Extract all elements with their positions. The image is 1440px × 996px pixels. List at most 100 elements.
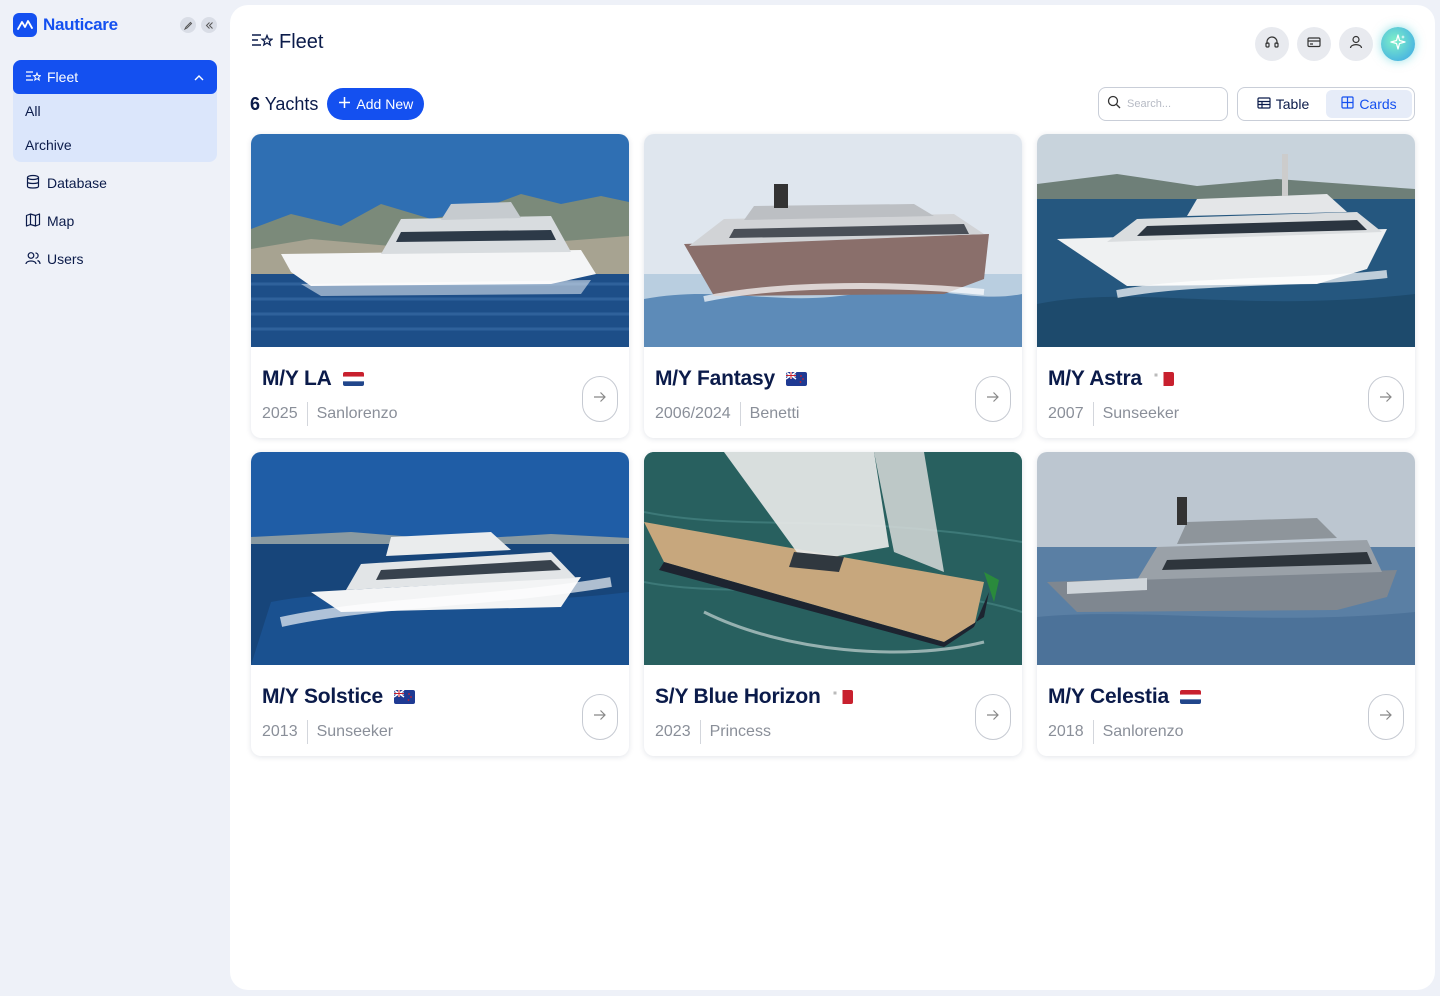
yacht-card[interactable]: M/Y Solstice 2013 Sunseeker xyxy=(251,452,629,756)
fleet-nav-group: Fleet All Archive xyxy=(13,60,217,162)
sidebar-item-database[interactable]: Database xyxy=(13,164,217,202)
arrow-right-icon xyxy=(593,708,607,726)
open-yacht-button[interactable] xyxy=(1368,694,1404,740)
nauticare-logo-icon[interactable] xyxy=(13,13,37,37)
meta-divider xyxy=(739,402,741,426)
search-icon xyxy=(1107,95,1121,114)
search-input[interactable] xyxy=(1127,98,1217,110)
user-icon xyxy=(1348,34,1364,55)
table-icon xyxy=(1257,96,1271,112)
sparkle-icon xyxy=(1389,33,1407,56)
database-icon xyxy=(25,174,41,193)
new-zealand-flag-icon xyxy=(393,690,415,704)
brand-name: Nauticare xyxy=(43,15,118,34)
users-icon xyxy=(25,250,41,269)
open-yacht-button[interactable] xyxy=(582,694,618,740)
yacht-name: M/Y Solstice xyxy=(262,685,383,708)
sidebar-item-label: Fleet xyxy=(47,69,79,85)
yacht-photo xyxy=(251,452,629,665)
headset-icon xyxy=(1264,34,1280,55)
meta-divider xyxy=(1092,720,1094,744)
yacht-builder: Sunseeker xyxy=(316,723,394,740)
yacht-card[interactable]: M/Y Celestia 2018 Sanlorenzo xyxy=(1037,452,1415,756)
yacht-year: 2023 xyxy=(655,723,691,740)
open-yacht-button[interactable] xyxy=(975,694,1011,740)
sidebar: Nauticare Fleet All Archive Database Map… xyxy=(0,0,230,996)
malta-flag-icon xyxy=(1152,372,1174,386)
yacht-year: 2007 xyxy=(1048,405,1084,422)
add-new-label: Add New xyxy=(356,96,414,112)
yacht-year: 2025 xyxy=(262,405,298,422)
sidebar-item-label: Map xyxy=(47,213,75,229)
yacht-builder: Princess xyxy=(709,723,771,740)
yacht-photo xyxy=(1037,134,1415,347)
plus-icon xyxy=(338,96,351,112)
yacht-count: 6 Yachts xyxy=(250,94,318,115)
yacht-card[interactable]: M/Y Astra 2007 Sunseeker xyxy=(1037,134,1415,438)
view-toggle: Table Cards xyxy=(1237,87,1415,121)
arrow-right-icon xyxy=(1379,390,1393,408)
edit-icon[interactable] xyxy=(180,17,196,33)
arrow-right-icon xyxy=(986,708,1000,726)
chevron-up-icon[interactable] xyxy=(193,69,205,85)
yacht-year: 2013 xyxy=(262,723,298,740)
sidebar-subitem-all[interactable]: All xyxy=(13,94,217,128)
yacht-photo xyxy=(251,134,629,347)
yacht-name: M/Y Astra xyxy=(1048,367,1142,390)
meta-divider xyxy=(306,402,308,426)
grid-icon xyxy=(1341,96,1354,112)
yacht-name: S/Y Blue Horizon xyxy=(655,685,821,708)
view-table-button[interactable]: Table xyxy=(1240,90,1326,118)
malta-flag-icon xyxy=(831,690,853,704)
netherlands-flag-icon xyxy=(342,372,364,386)
yacht-count-label: Yachts xyxy=(264,93,319,114)
map-icon xyxy=(25,212,41,231)
open-yacht-button[interactable] xyxy=(975,376,1011,422)
view-table-label: Table xyxy=(1275,96,1310,112)
main-panel: Fleet 6 Yachts Add New Search... Table C… xyxy=(230,5,1435,990)
open-yacht-button[interactable] xyxy=(1368,376,1404,422)
arrow-right-icon xyxy=(593,390,607,408)
fleet-icon xyxy=(251,32,274,53)
yacht-builder: Sunseeker xyxy=(1102,405,1180,422)
add-new-button[interactable]: Add New xyxy=(327,88,425,120)
meta-divider xyxy=(699,720,701,744)
page-title: Fleet xyxy=(279,31,324,53)
brand: Nauticare xyxy=(13,12,217,38)
view-cards-label: Cards xyxy=(1359,96,1397,112)
sidebar-subitem-archive[interactable]: Archive xyxy=(13,128,217,162)
yacht-card[interactable]: M/Y Fantasy 2006/2024 Benetti xyxy=(644,134,1022,438)
yacht-card[interactable]: S/Y Blue Horizon 2023 Princess xyxy=(644,452,1022,756)
sidebar-item-map[interactable]: Map xyxy=(13,202,217,240)
sidebar-item-fleet[interactable]: Fleet xyxy=(13,60,217,94)
yacht-photo xyxy=(644,134,1022,347)
yacht-builder: Sanlorenzo xyxy=(1102,723,1184,740)
list-toolbar: 6 Yachts Add New xyxy=(250,88,425,120)
page-header: Fleet xyxy=(251,31,323,54)
yacht-count-number: 6 xyxy=(250,93,261,114)
yacht-builder: Benetti xyxy=(749,405,800,422)
yacht-name: M/Y Celestia xyxy=(1048,685,1169,708)
yacht-card[interactable]: M/Y LA 2025 Sanlorenzo xyxy=(251,134,629,438)
open-yacht-button[interactable] xyxy=(582,376,618,422)
billing-button[interactable] xyxy=(1297,27,1331,61)
yacht-name: M/Y Fantasy xyxy=(655,367,775,390)
ai-assistant-button[interactable] xyxy=(1381,27,1415,61)
yacht-year: 2006/2024 xyxy=(655,405,731,422)
yacht-builder: Sanlorenzo xyxy=(316,405,398,422)
yacht-name: M/Y LA xyxy=(262,367,332,390)
support-button[interactable] xyxy=(1255,27,1289,61)
card-icon xyxy=(1306,34,1322,55)
arrow-right-icon xyxy=(986,390,1000,408)
sidebar-item-users[interactable]: Users xyxy=(13,240,217,278)
meta-divider xyxy=(306,720,308,744)
search-box[interactable] xyxy=(1098,87,1228,121)
netherlands-flag-icon xyxy=(1179,690,1201,704)
profile-button[interactable] xyxy=(1339,27,1373,61)
collapse-sidebar-icon[interactable] xyxy=(201,17,217,33)
meta-divider xyxy=(1092,402,1094,426)
sidebar-item-label: Database xyxy=(47,175,107,191)
sidebar-item-label: Users xyxy=(47,251,84,267)
view-cards-button[interactable]: Cards xyxy=(1326,90,1412,118)
new-zealand-flag-icon xyxy=(785,372,807,386)
